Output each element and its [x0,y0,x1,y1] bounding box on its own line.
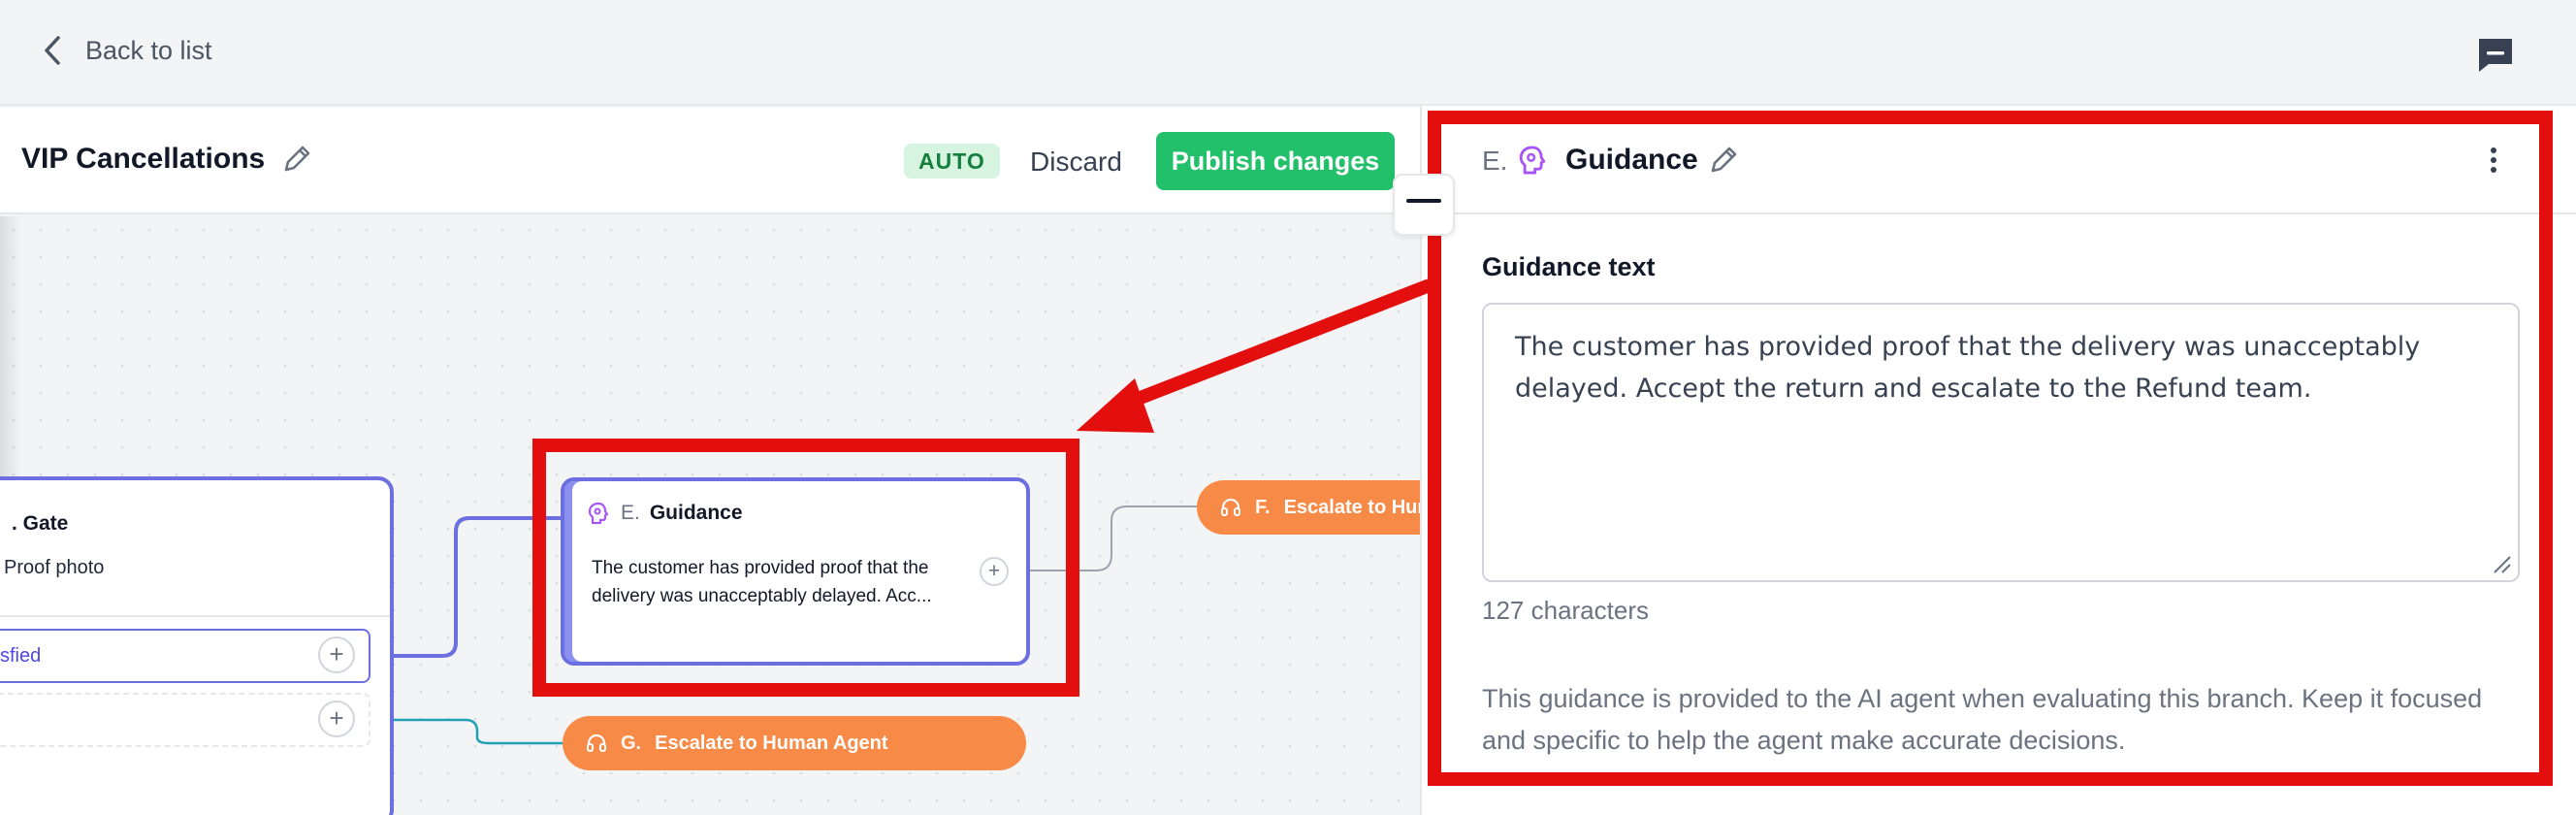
gate-branch-satisfied[interactable]: sfied [0,629,370,683]
back-to-list-link[interactable]: Back to list [39,33,212,68]
add-step-button[interactable]: + [318,701,355,737]
collapse-panel-button[interactable] [1393,174,1455,236]
headset-icon [587,734,606,752]
flow-title: VIP Cancellations [21,143,313,176]
escalate-node-f[interactable]: F. Escalate to Hum [1197,480,1449,535]
annotation-box-panel [1428,111,2553,786]
escalate-node-g[interactable]: G. Escalate to Human Agent [563,716,1026,770]
escalate-f-letter: F. [1255,496,1271,518]
auto-badge: AUTO [904,144,1000,179]
gate-branch-else[interactable] [0,693,370,747]
add-step-button[interactable]: + [318,636,355,673]
gate-node-title: . Gate [12,512,69,535]
discard-button[interactable]: Discard [1030,147,1122,178]
chat-icon[interactable] [2475,35,2516,74]
escalate-g-label: Escalate to Human Agent [655,732,888,754]
escalate-f-label: Escalate to Hum [1283,496,1435,518]
back-label: Back to list [85,35,212,65]
headset-icon [1221,498,1240,516]
chevron-left-icon [45,36,60,65]
gate-branch-label: sfied [0,645,42,667]
escalate-g-letter: G. [621,732,642,754]
divider [0,615,390,617]
pencil-icon[interactable] [280,143,313,176]
annotation-box-guidance-node [532,439,1079,697]
publish-changes-button[interactable]: Publish changes [1156,132,1395,190]
collapse-icon [1406,199,1441,203]
gate-node-subtitle: Proof photo [4,557,105,578]
flow-title-text: VIP Cancellations [21,143,266,175]
editor-header: VIP Cancellations AUTO Discard Publish c… [0,108,1420,214]
top-bar: Back to list [0,0,2576,106]
